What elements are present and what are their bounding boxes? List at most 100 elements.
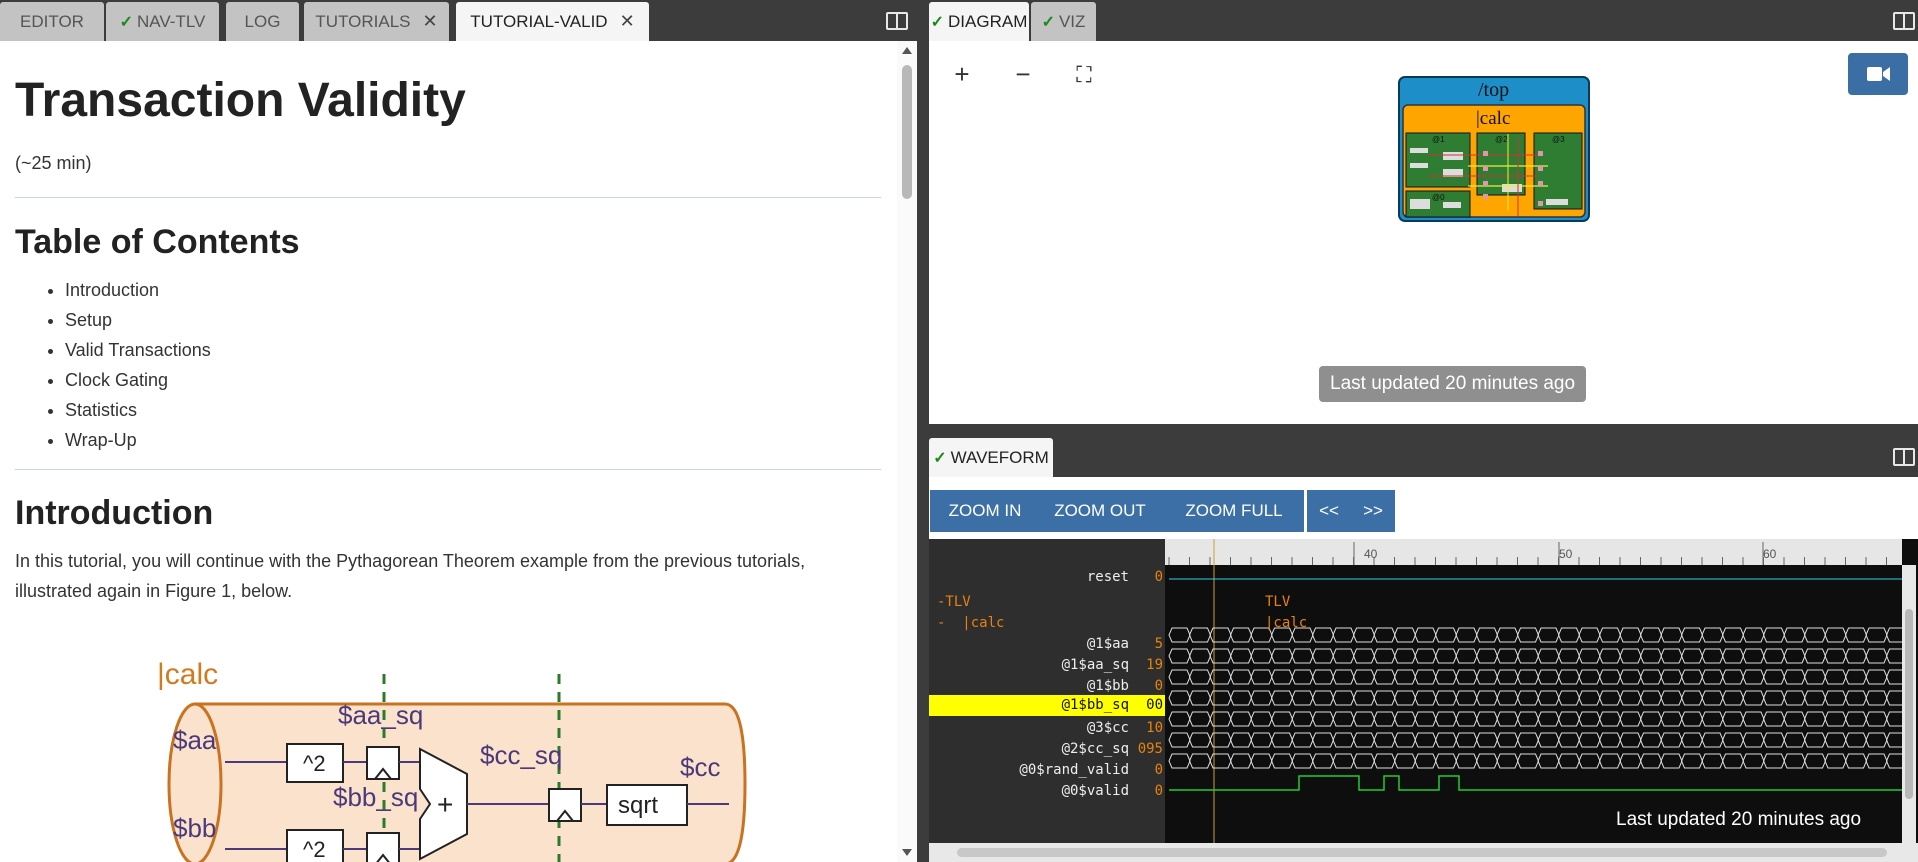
figure-scope-label: |calc	[157, 658, 218, 691]
signal-name[interactable]: reset	[929, 565, 1129, 590]
bus-segment	[1578, 753, 1601, 769]
prev-button[interactable]: <<	[1307, 490, 1351, 532]
bus-segment	[1762, 732, 1786, 748]
bus-segment	[1475, 690, 1499, 706]
signal-name[interactable]: @1$bb_sq	[929, 693, 1129, 718]
waveform-vscroll[interactable]	[1902, 565, 1916, 843]
tab-nav-tlv[interactable]: ✓ NAV-TLV	[106, 2, 219, 41]
toc-item[interactable]: Clock Gating	[65, 365, 881, 395]
toc-link[interactable]: Valid Transactions	[65, 340, 211, 360]
pane-divider[interactable]	[917, 0, 929, 862]
bus-segment	[1537, 753, 1560, 769]
bus-segment	[1578, 732, 1601, 748]
waveform-hscroll[interactable]	[929, 843, 1918, 862]
toc-item[interactable]: Valid Transactions	[65, 335, 881, 365]
bus-segment	[1680, 627, 1704, 643]
close-icon[interactable]: ✕	[423, 11, 438, 32]
toc-item[interactable]: Setup	[65, 305, 881, 335]
toc-item[interactable]: Statistics	[65, 395, 881, 425]
zoom-full-button[interactable]: ZOOM FULL	[1170, 490, 1298, 532]
bus-segment	[1188, 711, 1212, 727]
check-icon: ✓	[119, 13, 134, 31]
bus-segment	[1332, 690, 1355, 706]
bus-segment	[1291, 732, 1314, 748]
next-button[interactable]: >>	[1351, 490, 1395, 532]
zoom-out-button[interactable]: −	[1008, 59, 1038, 90]
bus-segment	[1865, 627, 1888, 643]
toc-link[interactable]: Wrap-Up	[65, 430, 137, 450]
bus-segment	[1434, 627, 1458, 643]
duration-text: (~25 min)	[15, 153, 92, 173]
tab-editor[interactable]: EDITOR	[0, 2, 104, 41]
bus-segment	[1865, 753, 1888, 769]
zoom-in-button[interactable]: ZOOM IN	[936, 490, 1034, 532]
split-pane-icon[interactable]	[886, 12, 908, 30]
bus-segment	[1475, 753, 1499, 769]
check-icon: ✓	[930, 13, 945, 31]
bus-segment	[1332, 732, 1355, 748]
split-pane-icon[interactable]	[1893, 448, 1915, 466]
zoom-out-button[interactable]: ZOOM OUT	[1043, 490, 1157, 532]
bus-segment	[1844, 648, 1868, 664]
toc-link[interactable]: Setup	[65, 310, 112, 330]
toc-item[interactable]: Wrap-Up	[65, 425, 881, 455]
bus-segment	[1168, 753, 1191, 769]
toc-link[interactable]: Statistics	[65, 400, 137, 420]
waveform-viewer[interactable]: reset 0 -TLV - |calc @1$aa 5 @1$aa_sq 19…	[929, 539, 1918, 843]
bus-segment	[1455, 627, 1478, 643]
bus-segment	[1496, 648, 1519, 664]
bus-segment	[1496, 690, 1519, 706]
tab-tutorials[interactable]: TUTORIALS ✕	[304, 2, 449, 41]
bus-segment	[1803, 627, 1827, 643]
close-icon[interactable]: ✕	[620, 11, 635, 32]
bus-segment	[1578, 648, 1601, 664]
tab-tutorial-valid[interactable]: TUTORIAL-VALID ✕	[456, 2, 649, 41]
bus-segment	[1783, 711, 1806, 727]
bus-segment	[1291, 690, 1314, 706]
tab-viz[interactable]: ✓ VIZ	[1031, 2, 1096, 41]
bus-segment	[1332, 648, 1355, 664]
signal-name[interactable]: @0$valid	[929, 779, 1129, 804]
scrollbar-thumb[interactable]	[957, 848, 1887, 857]
toc-link[interactable]: Introduction	[65, 280, 159, 300]
bus-segment	[1311, 648, 1335, 664]
valid-trace	[1169, 775, 1902, 791]
bus-segment	[1496, 711, 1519, 727]
bus-segment	[1209, 627, 1232, 643]
bus-segment	[1721, 690, 1745, 706]
bus-segment	[1516, 648, 1540, 664]
bus-segment	[1496, 627, 1519, 643]
bus-segment	[1311, 690, 1335, 706]
bus-segment	[1557, 648, 1581, 664]
scrollbar-thumb[interactable]	[902, 65, 912, 199]
bus-segment	[1742, 711, 1765, 727]
bus-segment	[1660, 732, 1683, 748]
zoom-in-button[interactable]: +	[947, 59, 977, 90]
scroll-down-icon[interactable]	[902, 849, 912, 856]
bus-segment	[1291, 711, 1314, 727]
bus-segment	[1537, 627, 1560, 643]
doc-scrollbar[interactable]	[897, 41, 917, 862]
toc-link[interactable]: Clock Gating	[65, 370, 168, 390]
bus-segment	[1639, 669, 1663, 685]
split-pane-icon[interactable]	[1893, 12, 1915, 30]
bus-segment	[1660, 648, 1683, 664]
pipeline-figure: |calc $aa $bb $aa_sq $bb_sq $cc_sq $cc ^…	[157, 658, 747, 862]
toc-item[interactable]: Introduction	[65, 275, 881, 305]
section-heading-introduction: Introduction	[15, 494, 214, 532]
scrollbar-thumb[interactable]	[1905, 609, 1913, 799]
fit-icon[interactable]: ⛶	[1069, 62, 1099, 88]
tab-waveform[interactable]: ✓ WAVEFORM	[929, 438, 1053, 477]
bus-segment	[1619, 753, 1642, 769]
module-diagram[interactable]: /top |calc @1 @2 @3 @0	[1398, 76, 1590, 222]
top-scope-label: /top	[1478, 79, 1509, 101]
bus-segment	[1168, 627, 1191, 643]
record-button[interactable]	[1848, 53, 1908, 95]
bus-segment	[1619, 627, 1642, 643]
bus-segment	[1373, 627, 1396, 643]
scroll-up-icon[interactable]	[902, 47, 912, 54]
tab-log[interactable]: LOG	[226, 2, 299, 41]
tab-diagram[interactable]: ✓ DIAGRAM	[929, 2, 1029, 41]
stage-label: @1	[1432, 135, 1445, 144]
check-icon: ✓	[1041, 13, 1055, 31]
